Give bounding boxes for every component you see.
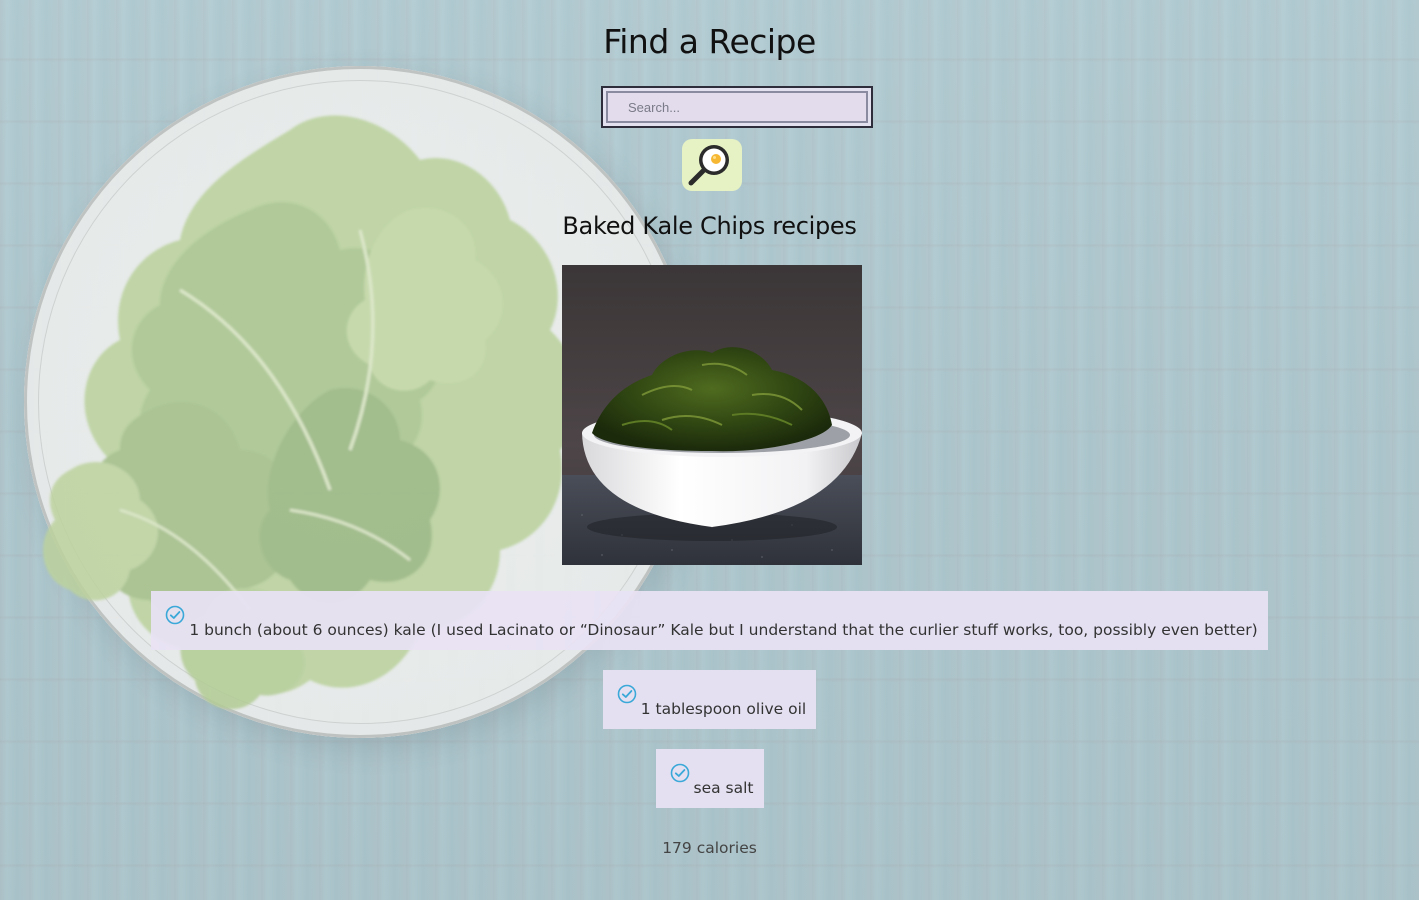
- search-input[interactable]: [606, 91, 868, 123]
- ingredient-item: 1 tablespoon olive oil: [602, 670, 817, 729]
- search-box: [601, 86, 873, 128]
- ingredient-list: 1 bunch (about 6 ounces) kale (I used La…: [0, 591, 1419, 828]
- ingredient-text: 1 tablespoon olive oil: [640, 700, 807, 718]
- ingredient-item: sea salt: [655, 749, 764, 808]
- frying-pan-egg-magnifier-icon: [688, 145, 729, 186]
- check-circle-icon: [670, 763, 689, 783]
- page-content: Find a Recipe Baked Kale Chips recipes: [0, 0, 1419, 900]
- check-circle-icon: [617, 684, 637, 704]
- ingredient-text: 1 bunch (about 6 ounces) kale (I used La…: [189, 621, 1258, 639]
- check-circle-icon: [166, 605, 185, 625]
- search-button[interactable]: [682, 139, 742, 191]
- calories-label: 179 calories: [662, 839, 757, 857]
- ingredient-text: sea salt: [693, 779, 754, 797]
- kale-chips-bowl-image: [562, 265, 862, 565]
- ingredient-item: 1 bunch (about 6 ounces) kale (I used La…: [151, 591, 1268, 650]
- recipe-title: Baked Kale Chips recipes: [562, 212, 857, 240]
- page-title: Find a Recipe: [603, 22, 816, 61]
